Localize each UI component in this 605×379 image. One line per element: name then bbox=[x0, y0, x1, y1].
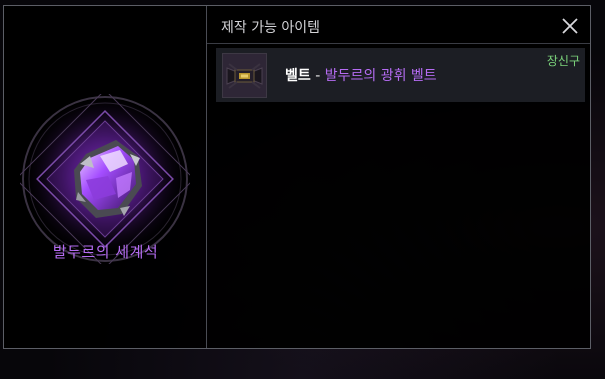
crafting-popup: 발두르의 세계석 제작 가능 아이템 벨트 - 발두르의 광휘 벨트 장신구 bbox=[3, 5, 591, 349]
craftable-items-pane: 제작 가능 아이템 벨트 - 발두르의 광휘 벨트 장신구 bbox=[207, 6, 590, 348]
material-name: 발두르의 세계석 bbox=[52, 243, 159, 261]
close-button[interactable] bbox=[560, 16, 580, 36]
material-pane: 발두르의 세계석 bbox=[4, 6, 207, 348]
item-label: 벨트 - 발두르의 광휘 벨트 bbox=[285, 65, 437, 85]
item-grade-badge: 장신구 bbox=[546, 54, 580, 68]
item-thumbnail bbox=[222, 53, 267, 98]
belt-icon bbox=[223, 54, 266, 97]
item-separator: - bbox=[310, 68, 325, 84]
item-type: 벨트 bbox=[285, 68, 311, 84]
panel-title: 제작 가능 아이템 bbox=[221, 20, 321, 36]
list-item[interactable]: 벨트 - 발두르의 광휘 벨트 장신구 bbox=[216, 48, 585, 102]
title-divider bbox=[207, 43, 590, 44]
item-name: 발두르의 광휘 벨트 bbox=[324, 68, 437, 84]
purple-crystal-icon bbox=[20, 94, 190, 264]
close-icon bbox=[562, 18, 578, 34]
